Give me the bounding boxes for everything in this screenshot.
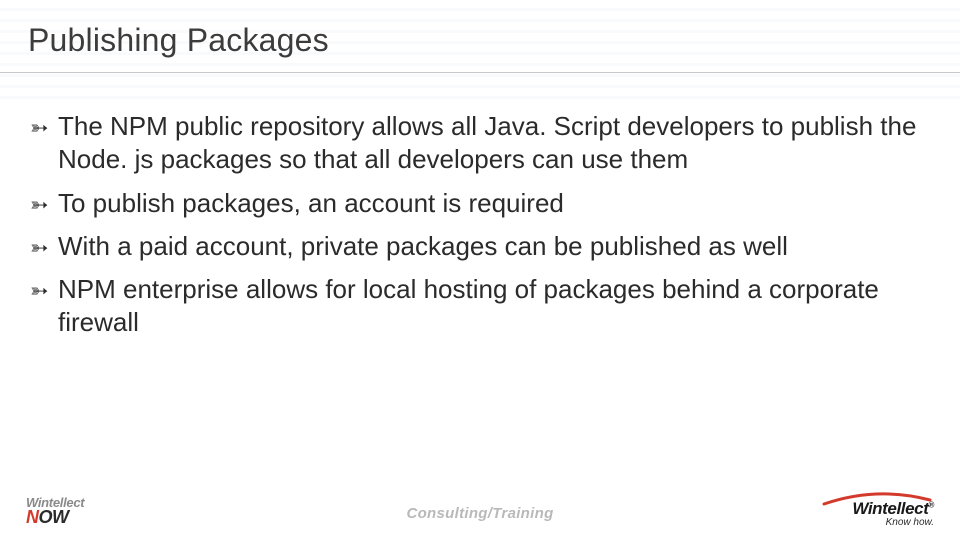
slide-body: ➳The NPM public repository allows all Ja…: [30, 110, 925, 350]
bullet-icon: ➳: [30, 277, 58, 305]
bullet-icon: ➳: [30, 114, 58, 142]
bullet-item: ➳NPM enterprise allows for local hosting…: [30, 273, 925, 340]
logo-left-n: N: [26, 507, 39, 527]
logo-left-ow: OW: [39, 507, 69, 527]
logo-right-brand: Wintellect®: [852, 500, 934, 517]
footer-center-text: Consulting/Training: [406, 505, 553, 522]
slide: Publishing Packages ➳The NPM public repo…: [0, 0, 960, 540]
logo-wintellect-now: Wintellect NOW: [26, 497, 84, 526]
slide-title: Publishing Packages: [28, 22, 329, 59]
logo-left-line2: NOW: [26, 509, 84, 526]
logo-right-tagline: Know how.: [852, 518, 934, 528]
bullet-icon: ➳: [30, 234, 58, 262]
bullet-text: With a paid account, private packages ca…: [58, 231, 788, 261]
bullet-item: ➳To publish packages, an account is requ…: [30, 187, 925, 220]
title-underline: [0, 72, 960, 73]
bullet-text: To publish packages, an account is requi…: [58, 188, 564, 218]
bullet-item: ➳The NPM public repository allows all Ja…: [30, 110, 925, 177]
bullet-text: NPM enterprise allows for local hosting …: [58, 274, 879, 337]
logo-right-brand-text: Wintellect: [852, 499, 928, 518]
logo-wintellect: Wintellect® Know how.: [852, 500, 934, 528]
bullet-text: The NPM public repository allows all Jav…: [58, 111, 916, 174]
bullet-item: ➳With a paid account, private packages c…: [30, 230, 925, 263]
registered-icon: ®: [929, 500, 935, 509]
bullet-icon: ➳: [30, 191, 58, 219]
